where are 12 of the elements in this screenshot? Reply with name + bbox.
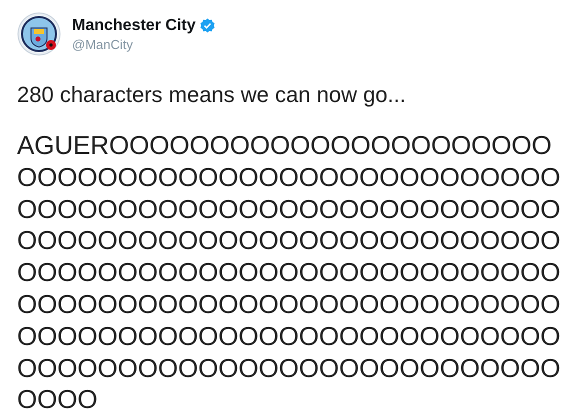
tweet-text-line: OOOOOOOOOOOOOOOOOOOOOOOOOOO (17, 194, 560, 226)
tweet-text-line: OOOOOOOOOOOOOOOOOOOOOOOOOOO (17, 225, 560, 258)
avatar-icon[interactable] (17, 12, 61, 56)
account-name[interactable]: Manchester City (72, 16, 196, 34)
tweet-text-line: OOOO (17, 384, 98, 413)
tweet-text-line: OOOOOOOOOOOOOOOOOOOOOOOOOOO (17, 320, 560, 353)
tweet-text-line: OOOOOOOOOOOOOOOOOOOOOOOOOOO (17, 257, 560, 289)
tweet-text-line: OOOOOOOOOOOOOOOOOOOOOOOOOOO (17, 352, 560, 384)
tweet-text-line: OOOOOOOOOOOOOOOOOOOOOOOOOOO (17, 288, 560, 321)
tweet-text-line: AGUEROOOOOOOOOOOOOOOOOOOOOO (17, 130, 552, 162)
tweet-text-line: OOOOOOOOOOOOOOOOOOOOOOOOOOO (17, 162, 560, 194)
tweet-text: 280 characters means we can now go... (17, 82, 407, 108)
